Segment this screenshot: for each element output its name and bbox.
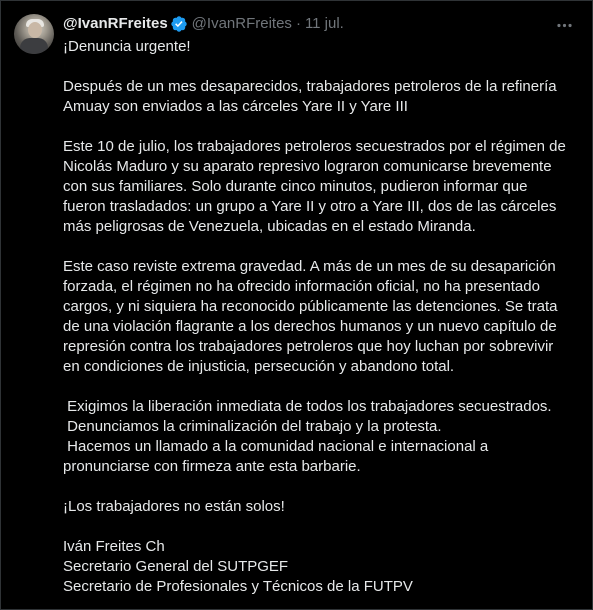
author-display-name[interactable]: @IvanRFreites [63, 14, 168, 34]
tweet-header: @IvanRFreites @IvanRFreites · 11 jul. [63, 14, 344, 34]
tweet-body: ¡Denuncia urgente! Después de un mes des… [63, 37, 583, 597]
tweet-paragraph: Este caso reviste extrema gravedad. A má… [63, 258, 558, 375]
more-options-icon[interactable] [552, 13, 576, 37]
tweet-signature: Iván Freites Ch Secretario General del S… [63, 538, 413, 595]
author-handle[interactable]: @IvanRFreites [192, 14, 292, 34]
tweet-paragraph: ¡Denuncia urgente! [63, 38, 191, 55]
tweet-paragraph: Después de un mes desaparecidos, trabaja… [63, 78, 557, 115]
header-separator: · [295, 15, 301, 32]
verified-badge-icon [170, 15, 188, 33]
avatar-face [28, 22, 42, 38]
tweet-card[interactable]: @IvanRFreites @IvanRFreites · 11 jul. ¡D… [0, 0, 593, 610]
tweet-paragraph: Este 10 de julio, los trabajadores petro… [63, 138, 566, 235]
tweet-paragraph: Exigimos la liberación inmediata de todo… [63, 398, 552, 475]
avatar-shirt [20, 38, 48, 54]
tweet-paragraph: ¡Los trabajadores no están solos! [63, 498, 285, 515]
tweet-date[interactable]: 11 jul. [305, 14, 344, 34]
author-avatar[interactable] [14, 14, 54, 54]
